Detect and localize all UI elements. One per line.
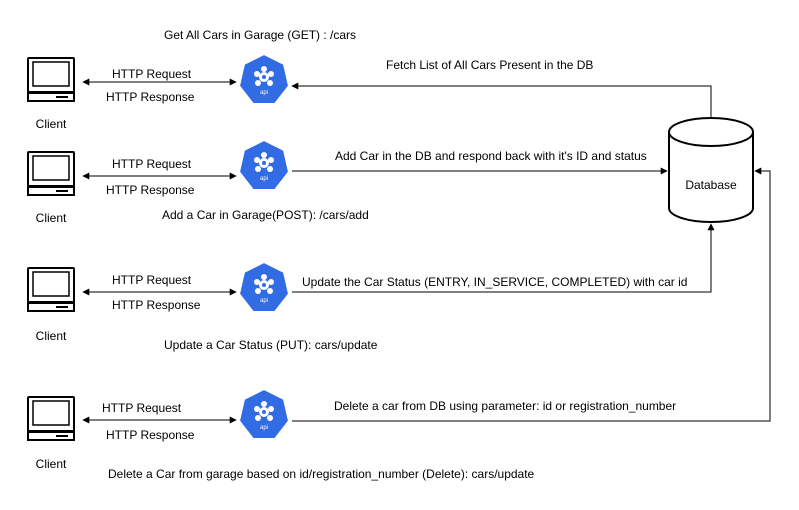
- http-request-label: HTTP Request: [112, 157, 192, 171]
- fetch-connector: [291, 82, 712, 118]
- http-response-label: HTTP Response: [112, 298, 201, 312]
- http-response-label: HTTP Response: [106, 428, 195, 442]
- http-request-label: HTTP Request: [112, 67, 192, 81]
- database-label: Database: [685, 178, 737, 192]
- api-hexagon-icon: api: [238, 53, 290, 105]
- db-action-label: Delete a car from DB using parameter: id…: [334, 399, 677, 413]
- client-label: Client: [35, 457, 67, 471]
- http-response-label: HTTP Response: [106, 183, 195, 197]
- api-hexagon-icon: api: [238, 261, 290, 313]
- computer-icon: [27, 57, 75, 102]
- svg-text:api: api: [260, 298, 268, 304]
- computer-icon: [27, 396, 75, 441]
- svg-text:api: api: [260, 425, 268, 431]
- endpoint-label: Get All Cars in Garage (GET) : /cars: [164, 28, 357, 42]
- api-hexagon-icon: api: [238, 388, 290, 440]
- database-cylinder-icon: [668, 117, 754, 223]
- svg-text:api: api: [260, 176, 268, 182]
- client-label: Client: [35, 329, 67, 343]
- http-request-label: HTTP Request: [112, 273, 192, 287]
- endpoint-label: Delete a Car from garage based on id/reg…: [108, 467, 535, 481]
- computer-icon: [27, 267, 75, 312]
- endpoint-label: Add a Car in Garage(POST): /cars/add: [162, 208, 369, 222]
- computer-icon: [27, 151, 75, 196]
- http-request-label: HTTP Request: [102, 401, 182, 415]
- client-label: Client: [35, 117, 67, 131]
- db-action-label: Update the Car Status (ENTRY, IN_SERVICE…: [302, 275, 688, 289]
- db-action-label: Fetch List of All Cars Present in the DB: [386, 58, 594, 72]
- endpoint-label: Update a Car Status (PUT): cars/update: [164, 338, 378, 352]
- client-label: Client: [35, 211, 67, 225]
- http-response-label: HTTP Response: [106, 90, 195, 104]
- svg-text:api: api: [260, 90, 268, 96]
- db-action-label: Add Car in the DB and respond back with …: [335, 149, 647, 163]
- api-hexagon-icon: api: [238, 139, 290, 191]
